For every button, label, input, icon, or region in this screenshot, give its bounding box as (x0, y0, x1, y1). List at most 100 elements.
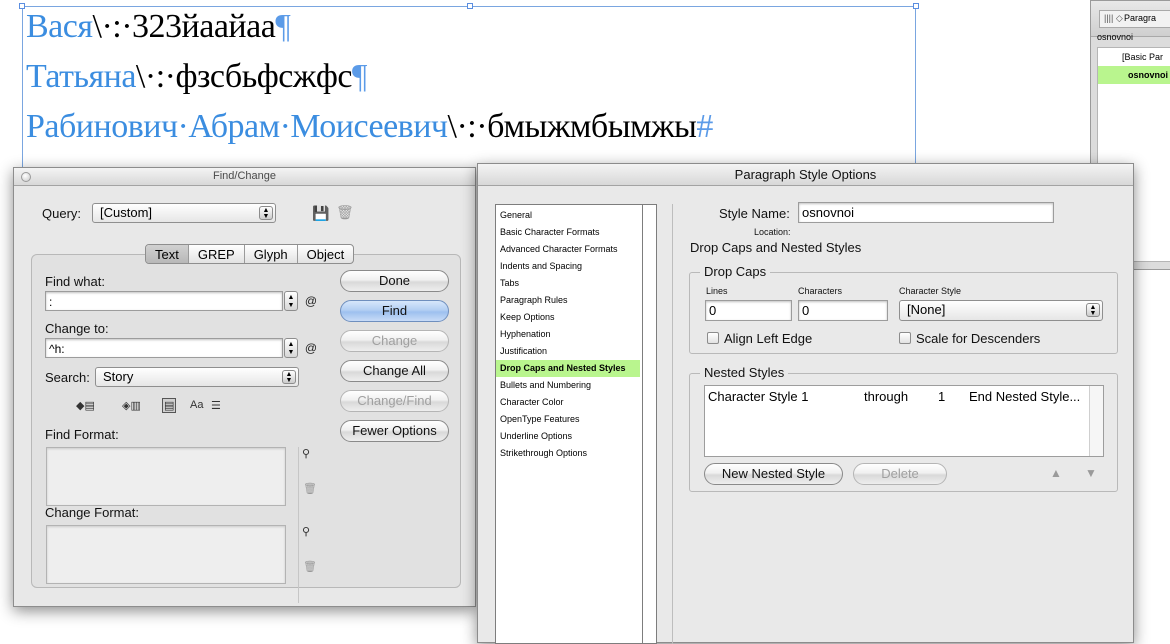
query-label: Query: (42, 206, 82, 221)
new-nested-style-button[interactable]: New Nested Style (704, 463, 843, 485)
close-icon[interactable] (21, 172, 31, 182)
trash-icon[interactable]: 🗑 (303, 560, 317, 573)
special-characters-icon[interactable]: @ (304, 291, 318, 311)
line-separator: \·:· (135, 58, 176, 95)
find-what-label: Find what: (45, 274, 105, 289)
change-to-label: Change to: (45, 321, 109, 336)
change-all-button[interactable]: Change All (340, 360, 449, 382)
nested-style-row[interactable]: Character Style 1 through 1 End Nested S… (708, 389, 1088, 407)
find-what-field[interactable]: : (45, 291, 283, 311)
category-item[interactable]: Indents and Spacing (496, 258, 656, 275)
find-change-window: Find/Change Query: [Custom] ▲ ▼ 💾 🗑 Text … (13, 167, 476, 607)
nested-styles-list: Character Style 1 through 1 End Nested S… (704, 385, 1104, 457)
change-format-box[interactable] (46, 525, 286, 584)
category-items: General Basic Character Formats Advanced… (496, 205, 656, 462)
align-left-edge-label: Align Left Edge (724, 331, 813, 346)
category-item[interactable]: Underline Options (496, 428, 656, 445)
specify-format-icon[interactable]: ⚲ (302, 525, 310, 538)
frame-handle[interactable] (913, 3, 919, 9)
character-style-select[interactable]: [None] ▲ ▼ (899, 300, 1103, 321)
find-what-history-button[interactable]: ▲ ▼ (284, 291, 298, 311)
move-down-icon[interactable]: ▼ (1085, 466, 1097, 480)
change-to-field[interactable]: ^h: (45, 338, 283, 358)
tab-object[interactable]: Object (296, 245, 354, 263)
tab-grep[interactable]: GREP (187, 245, 244, 263)
find-button[interactable]: Find (340, 300, 449, 322)
chevron-updown-icon: ▲ ▼ (1086, 303, 1100, 317)
save-query-icon[interactable]: 💾 (312, 205, 329, 222)
align-left-edge-checkbox[interactable] (707, 332, 719, 344)
category-item[interactable]: Tabs (496, 275, 656, 292)
section-title: Drop Caps and Nested Styles (690, 240, 862, 255)
search-scope-value: Story (103, 369, 134, 384)
document-line[interactable]: Рабинович·Абрам·Моисеевич\·:·бмыжмбымжы# (26, 108, 713, 146)
window-titlebar[interactable]: Find/Change (14, 168, 475, 186)
character-style-value: [None] (907, 302, 946, 317)
tab-glyph[interactable]: Glyph (243, 245, 297, 263)
category-item[interactable]: Paragraph Rules (496, 292, 656, 309)
find-format-side: ⚲ 🗑 (298, 447, 317, 525)
grip-icon: |||| ◇ (1104, 13, 1123, 23)
include-footnotes-icon[interactable]: ▤ (162, 398, 177, 413)
category-scrollbar[interactable] (642, 205, 656, 643)
category-item[interactable]: Advanced Character Formats (496, 241, 656, 258)
delete-button[interactable]: Delete (853, 463, 947, 485)
move-up-icon[interactable]: ▲ (1050, 466, 1062, 480)
special-characters-icon[interactable]: @ (304, 338, 318, 358)
change-format-side: ⚲ 🗑 (298, 525, 317, 603)
change-find-button[interactable]: Change/Find (340, 390, 449, 412)
include-locked-layers-icon[interactable]: ◆▤ (76, 399, 95, 412)
find-format-box[interactable] (46, 447, 286, 506)
tab-text[interactable]: Text (146, 245, 188, 263)
list-item[interactable]: [Basic Par (1098, 48, 1170, 66)
nested-style-through[interactable]: through (864, 389, 908, 404)
search-scope-select[interactable]: Story ▲ ▼ (95, 367, 299, 387)
category-item[interactable]: General (496, 207, 656, 224)
drop-cap-lines-field[interactable]: 0 (705, 300, 792, 321)
category-item[interactable]: Basic Character Formats (496, 224, 656, 241)
query-select[interactable]: [Custom] ▲ ▼ (92, 203, 276, 223)
document-line[interactable]: Татьяна\·:·фзсбьфсжфс¶ (26, 58, 367, 96)
panel-tab[interactable]: |||| ◇ Paragra (1099, 10, 1170, 28)
nested-list-scrollbar[interactable] (1089, 386, 1103, 456)
scale-for-descenders-label: Scale for Descenders (916, 331, 1041, 346)
category-list: General Basic Character Formats Advanced… (495, 204, 657, 644)
category-item[interactable]: Strikethrough Options (496, 445, 656, 462)
window-titlebar[interactable]: Paragraph Style Options (478, 164, 1133, 186)
include-hidden-layers-icon[interactable]: ◈▥ (122, 399, 141, 412)
done-button[interactable]: Done (340, 270, 449, 292)
trash-icon[interactable]: 🗑 (336, 204, 354, 221)
chevron-updown-icon: ▲ ▼ (259, 206, 273, 220)
chevron-updown-icon: ▲ ▼ (282, 370, 296, 384)
case-sensitive-icon[interactable]: Aa (190, 399, 203, 411)
list-item-selected[interactable]: osnovnoi (1098, 66, 1170, 84)
specify-format-icon[interactable]: ⚲ (302, 447, 310, 460)
category-item[interactable]: Bullets and Numbering (496, 377, 656, 394)
nested-style-end[interactable]: End Nested Style... (969, 389, 1080, 404)
window-title: Paragraph Style Options (734, 167, 877, 182)
frame-handle[interactable] (467, 3, 473, 9)
category-item-selected[interactable]: Drop Caps and Nested Styles (496, 360, 640, 377)
category-item[interactable]: Hyphenation (496, 326, 656, 343)
category-item[interactable]: Character Color (496, 394, 656, 411)
fewer-options-button[interactable]: Fewer Options (340, 420, 449, 442)
scale-for-descenders-checkbox[interactable] (899, 332, 911, 344)
category-item[interactable]: OpenType Features (496, 411, 656, 428)
line-name: Вася (26, 8, 93, 45)
style-name-field[interactable]: osnovnoi (798, 202, 1054, 223)
end-of-story-mark: # (696, 108, 713, 145)
drop-cap-characters-field[interactable]: 0 (798, 300, 888, 321)
category-item[interactable]: Keep Options (496, 309, 656, 326)
change-to-history-button[interactable]: ▲ ▼ (284, 338, 298, 358)
trash-icon[interactable]: 🗑 (303, 482, 317, 495)
change-button[interactable]: Change (340, 330, 449, 352)
style-name-label: Style Name: (719, 206, 790, 221)
document-line[interactable]: Вася\·:·323йаайаа¶ (26, 8, 291, 46)
nested-style-count[interactable]: 1 (938, 389, 945, 404)
nested-style-name[interactable]: Character Style 1 (708, 389, 808, 404)
category-item[interactable]: Justification (496, 343, 656, 360)
find-format-label: Find Format: (45, 427, 119, 442)
frame-handle[interactable] (19, 3, 25, 9)
whole-word-icon[interactable]: ☰ (211, 399, 221, 412)
paragraph-style-options-window: Paragraph Style Options General Basic Ch… (477, 163, 1134, 644)
